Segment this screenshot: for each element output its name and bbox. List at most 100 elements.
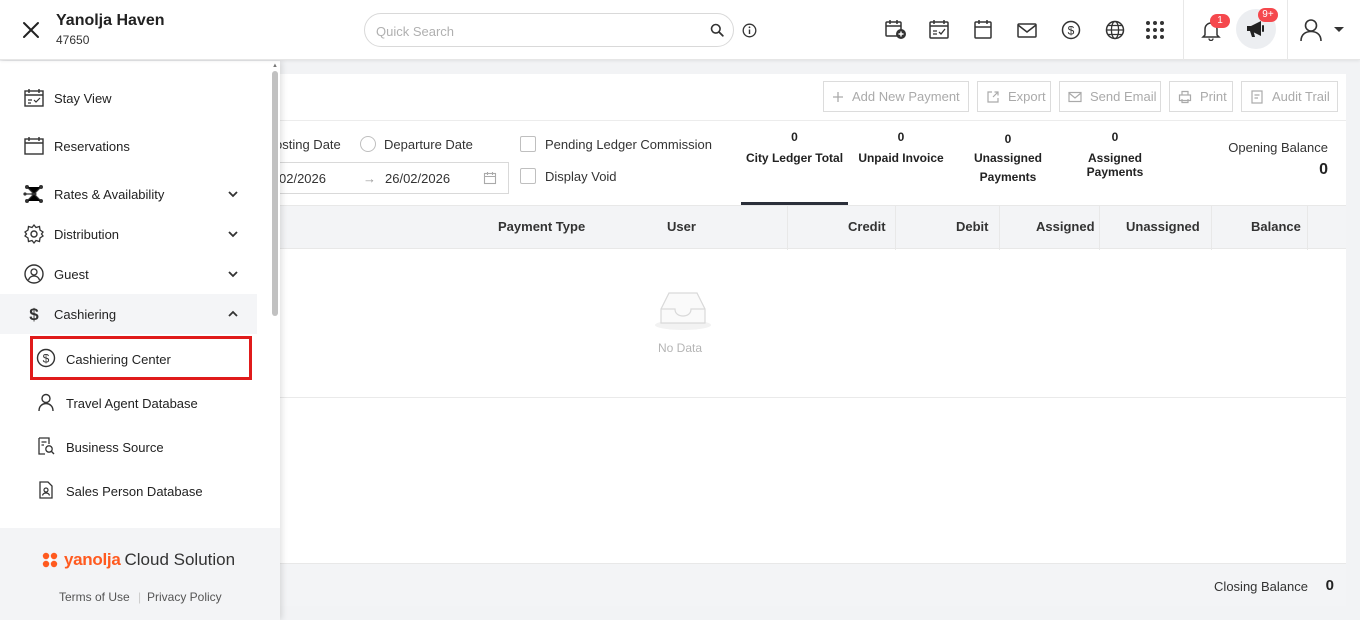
departure-date-radio[interactable] — [360, 136, 376, 152]
brand-logo: yanolja Cloud Solution — [40, 550, 235, 570]
stat-value: 0 — [1004, 132, 1012, 146]
info-icon[interactable] — [742, 23, 757, 38]
display-void-checkbox[interactable] — [520, 168, 536, 184]
apps-grid-icon[interactable] — [1144, 19, 1168, 41]
display-void-label[interactable]: Display Void — [545, 169, 617, 184]
stat-label: City Ledger Total — [745, 151, 844, 165]
search-input[interactable] — [376, 21, 696, 41]
stat-assigned-payments[interactable]: 0 Assigned Payments — [1059, 130, 1171, 179]
svg-text:$: $ — [43, 352, 50, 366]
column-balance[interactable]: Balance — [1251, 219, 1301, 234]
sidebar-item-reservations[interactable]: Reservations — [0, 126, 257, 166]
document-search-icon — [36, 436, 56, 456]
arrow-right-icon: → — [363, 171, 376, 186]
mail-icon[interactable] — [1016, 19, 1040, 41]
sidebar-item-guest[interactable]: Guest — [0, 254, 257, 294]
stat-unassigned-payments[interactable]: 0 Unassigned Payments — [961, 130, 1055, 187]
sidebar-item-label: Guest — [54, 267, 89, 282]
header-divider — [1287, 0, 1288, 60]
column-divider — [999, 206, 1000, 250]
date-to[interactable]: 26/02/2026 — [385, 171, 450, 186]
stat-unpaid-invoice[interactable]: 0 Unpaid Invoice — [852, 130, 950, 165]
sidebar-item-cashiering[interactable]: $ Cashiering — [0, 294, 257, 334]
column-divider — [1211, 206, 1212, 250]
id-badge-icon — [36, 480, 56, 500]
close-icon[interactable] — [20, 19, 42, 41]
sidebar-footer: yanolja Cloud Solution Terms of Use | Pri… — [0, 528, 280, 620]
city-ledger-panel: Add New Payment Export Send Email Print … — [275, 74, 1346, 606]
chevron-down-icon[interactable] — [1333, 26, 1345, 34]
export-label: Export — [1008, 89, 1046, 104]
pending-ledger-label[interactable]: Pending Ledger Commission — [545, 137, 712, 152]
hotel-id: 47650 — [56, 33, 90, 47]
empty-state: No Data — [275, 249, 1346, 398]
privacy-policy-link[interactable]: Privacy Policy — [147, 590, 222, 604]
calendar-icon[interactable] — [972, 19, 996, 41]
person-icon — [36, 392, 56, 412]
dollar-icon[interactable]: $ — [1060, 19, 1084, 41]
date-from[interactable]: 02/2026 — [279, 171, 326, 186]
empty-inbox-icon — [653, 289, 713, 331]
calendar-icon[interactable] — [483, 171, 497, 185]
opening-balance-label: Opening Balance — [1228, 140, 1328, 155]
sidebar-subitem-cashiering-center[interactable]: $ Cashiering Center — [30, 336, 252, 380]
audit-trail-button[interactable]: Audit Trail — [1241, 81, 1338, 112]
audit-trail-label: Audit Trail — [1272, 89, 1330, 104]
search-icon[interactable] — [710, 23, 724, 37]
svg-text:$: $ — [29, 305, 39, 324]
sidebar-item-distribution[interactable]: Distribution — [0, 214, 257, 254]
stat-city-ledger-total[interactable]: 0 City Ledger Total — [741, 130, 848, 165]
column-divider — [1099, 206, 1100, 250]
sidebar-subitem-label: Business Source — [66, 440, 164, 455]
scroll-up-icon[interactable]: ▲ — [272, 63, 278, 69]
scrollbar-thumb[interactable] — [272, 71, 278, 316]
network-icon — [23, 183, 45, 205]
print-button[interactable]: Print — [1169, 81, 1233, 112]
sidebar-item-label: Reservations — [54, 139, 130, 154]
chevron-down-icon — [227, 228, 239, 240]
sidebar-item-label: Stay View — [54, 91, 112, 106]
sidebar-subitem-sales-person-database[interactable]: Sales Person Database — [32, 470, 250, 510]
announcement-badge: 9+ — [1258, 8, 1278, 22]
top-header: Yanolja Haven 47650 $ 1 9+ — [0, 0, 1360, 60]
stat-value: 0 — [1111, 130, 1119, 144]
column-user[interactable]: User — [667, 219, 696, 234]
column-debit[interactable]: Debit — [956, 219, 989, 234]
guest-icon — [23, 263, 45, 285]
calendar-check-icon[interactable] — [928, 19, 952, 41]
column-divider — [1307, 206, 1308, 250]
opening-balance-value: 0 — [1319, 161, 1328, 178]
globe-icon[interactable] — [1104, 19, 1128, 41]
export-icon — [987, 90, 999, 103]
hotel-name: Yanolja Haven — [56, 12, 165, 29]
column-assigned[interactable]: Assigned — [1036, 219, 1095, 234]
calendar-add-icon[interactable] — [884, 19, 908, 41]
chevron-down-icon — [227, 268, 239, 280]
sidebar-subitem-business-source[interactable]: Business Source — [32, 426, 250, 466]
departure-date-label[interactable]: Departure Date — [384, 137, 473, 152]
header-divider — [1183, 0, 1184, 60]
print-icon — [1178, 90, 1192, 103]
date-range-picker[interactable]: 02/2026 → 26/02/2026 — [275, 162, 509, 194]
audit-icon — [1251, 89, 1263, 104]
column-credit[interactable]: Credit — [848, 219, 886, 234]
terms-of-use-link[interactable]: Terms of Use — [59, 590, 130, 604]
send-email-button[interactable]: Send Email — [1059, 81, 1161, 112]
no-data-text: No Data — [657, 341, 703, 355]
column-payment-type[interactable]: Payment Type — [498, 219, 585, 234]
brand-name: yanolja — [64, 550, 121, 569]
sidebar-subitem-travel-agent-database[interactable]: Travel Agent Database — [32, 382, 250, 422]
send-email-label: Send Email — [1090, 89, 1157, 104]
yanolja-logo-icon — [42, 552, 58, 568]
posting-date-label[interactable]: osting Date — [275, 137, 341, 152]
export-button[interactable]: Export — [977, 81, 1051, 112]
add-new-payment-button[interactable]: Add New Payment — [823, 81, 969, 112]
sidebar-item-stay-view[interactable]: Stay View — [0, 78, 257, 118]
footer-divider: | — [138, 590, 142, 604]
sidebar-item-rates-availability[interactable]: Rates & Availability — [0, 174, 257, 214]
chevron-up-icon — [227, 308, 239, 320]
user-icon[interactable] — [1298, 17, 1324, 43]
column-unassigned[interactable]: Unassigned — [1126, 219, 1200, 234]
stat-label: Unassigned Payments — [973, 151, 1042, 184]
pending-ledger-checkbox[interactable] — [520, 136, 536, 152]
